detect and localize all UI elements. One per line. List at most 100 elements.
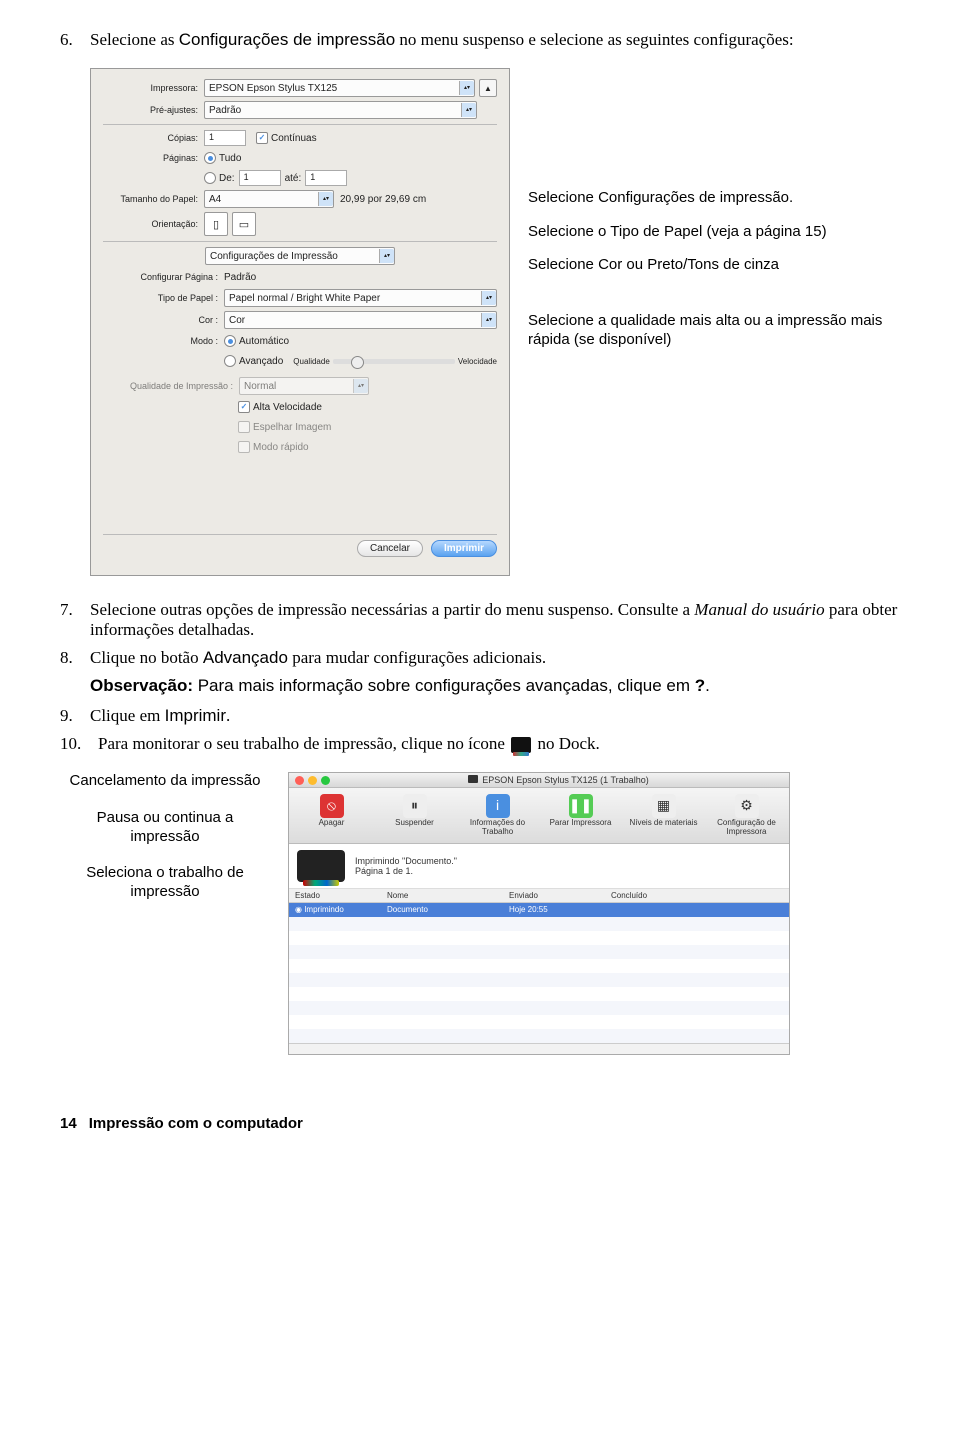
queue-callout-column: Cancelamento da impressão Pausa ou conti… [60,772,270,1055]
combo-tipo-papel[interactable]: Papel normal / Bright White Paper ▴▾ [224,289,497,307]
text: no Dock. [537,734,599,753]
bold-term: Configurações de impressão [179,30,395,49]
text: Pausa ou continua a impressão [60,809,270,847]
queue-header-row: Estado Nome Enviado Concluído [289,889,789,903]
label-automatico: Automático [239,336,289,347]
step-10: 10. Para monitorar o seu trabalho de imp… [60,734,900,754]
chevron-updown-icon: ▴▾ [318,192,333,206]
input-copias[interactable]: 1 [204,130,246,146]
suspend-button[interactable]: ⏸ Suspender [374,792,455,839]
col-nome: Nome [381,889,503,902]
traffic-light-zoom-icon[interactable] [321,776,330,785]
text: . [789,189,793,206]
cell-estado: ◉ Imprimindo [289,903,381,917]
step-8: 8. Clique no botão Advançado para mudar … [60,648,900,668]
checkbox-alta-velocidade[interactable] [238,401,250,413]
orientation-portrait-button[interactable]: ▯ [204,212,228,236]
label-alta: Alta Velocidade [253,402,322,413]
combo-cor[interactable]: Cor ▴▾ [224,311,497,329]
label: Suspender [375,819,454,828]
label-tamanho: Tamanho do Papel: [103,194,204,204]
step-body: Clique no botão Advançado para mudar con… [90,648,900,668]
empty-row [289,1029,789,1043]
input-de[interactable]: 1 [239,170,281,186]
label-rapido: Modo rápido [253,442,309,453]
combo-preajustes[interactable]: Padrão ▴▾ [204,101,477,119]
cancel-button[interactable]: Cancelar [357,540,423,557]
step-number: 8. [60,648,90,668]
input-ate[interactable]: 1 [305,170,347,186]
text: ou [622,256,647,273]
queue-status-panel: Imprimindo "Documento." Página 1 de 1. [289,844,789,889]
combo-tamanho[interactable]: A4 ▴▾ [204,190,334,208]
page-number: 14 [60,1115,77,1132]
step-body: Selecione as Configurações de impressão … [90,30,900,50]
supply-levels-button[interactable]: ▦ Níveis de materiais [623,792,704,839]
note-block: Observação: Para mais informação sobre c… [90,676,900,696]
queue-title: EPSON Epson Stylus TX125 (1 Trabalho) [482,775,648,785]
label-cor: Cor : [103,315,224,325]
radio-automatico[interactable] [224,335,236,347]
value-conf-pagina: Padrão [224,272,256,283]
quality-slider[interactable] [333,359,455,364]
text: Clique no botão [90,648,203,667]
text: Selecione [528,189,598,206]
pause-icon: ⏸ [403,794,427,818]
step-6: 6. Selecione as Configurações de impress… [60,30,900,50]
label-impressora: Impressora: [103,83,204,93]
combo-qualidade: Normal ▴▾ [239,377,369,395]
combo-impressora[interactable]: EPSON Epson Stylus TX125 ▴▾ [204,79,475,97]
radio-avancado[interactable] [224,355,236,367]
job-info-button[interactable]: i Informações do Trabalho [457,792,538,839]
checkbox-continuas[interactable] [256,132,268,144]
combo-value: Padrão [209,105,241,116]
step-number: 10. [60,734,98,754]
empty-row [289,917,789,931]
status-line-2: Página 1 de 1. [355,866,457,876]
figure-print-dialog: Impressora: EPSON Epson Stylus TX125 ▴▾ … [90,68,900,576]
printer-config-button[interactable]: ⚙ Configuração de Impressora [706,792,787,839]
traffic-light-minimize-icon[interactable] [308,776,317,785]
text: . [226,706,230,725]
expand-up-button[interactable]: ▲ [479,79,497,97]
empty-row [289,945,789,959]
print-button[interactable]: Imprimir [431,540,497,557]
radio-tudo[interactable] [204,152,216,164]
empty-row [289,1015,789,1029]
step-7: 7. Selecione outras opções de impressão … [60,600,900,640]
levels-icon: ▦ [652,794,676,818]
chevron-updown-icon: ▴▾ [379,249,394,263]
delete-button[interactable]: ⦸ Apagar [291,792,372,839]
chevron-updown-icon: ▴▾ [481,291,496,305]
callout-4: Selecione a qualidade mais alta ou a imp… [528,311,900,350]
text: Selecione o [528,223,610,240]
qcallout-2: Pausa ou continua a impressão [60,809,270,847]
label-qualidade: Qualidade [293,357,329,366]
bold-term: Imprimir [165,706,226,725]
checkbox-espelhar [238,421,250,433]
radio-de[interactable] [204,172,216,184]
empty-row [289,931,789,945]
combo-value: Cor [229,315,245,326]
combo-value: Papel normal / Bright White Paper [229,293,380,304]
gear-icon: ⚙ [735,794,759,818]
orientation-landscape-button[interactable]: ▭ [232,212,256,236]
cell-concluido [605,903,789,917]
combo-section[interactable]: Configurações de Impressão ▴▾ [205,247,395,265]
delete-icon: ⦸ [320,794,344,818]
print-dialog: Impressora: EPSON Epson Stylus TX125 ▴▾ … [90,68,510,576]
label-velocidade: Velocidade [458,357,497,366]
step-body: Selecione outras opções de impressão nec… [90,600,900,640]
italic-term: Manual do usuário [694,600,824,619]
pause-printer-icon: ❚❚ [569,794,593,818]
combo-value: A4 [209,194,221,205]
stop-printer-button[interactable]: ❚❚ Parar Impressora [540,792,621,839]
label: Configuração de Impressora [707,819,786,837]
print-queue-window: EPSON Epson Stylus TX125 (1 Trabalho) ⦸ … [288,772,790,1055]
term: Tipo de Papel [610,223,702,240]
traffic-light-close-icon[interactable] [295,776,304,785]
text: Selecione outras opções de impressão nec… [90,600,694,619]
label-avancado: Avançado [239,356,283,367]
label-paginas: Páginas: [103,153,204,163]
queue-job-row[interactable]: ◉ Imprimindo Documento Hoje 20:55 [289,903,789,917]
